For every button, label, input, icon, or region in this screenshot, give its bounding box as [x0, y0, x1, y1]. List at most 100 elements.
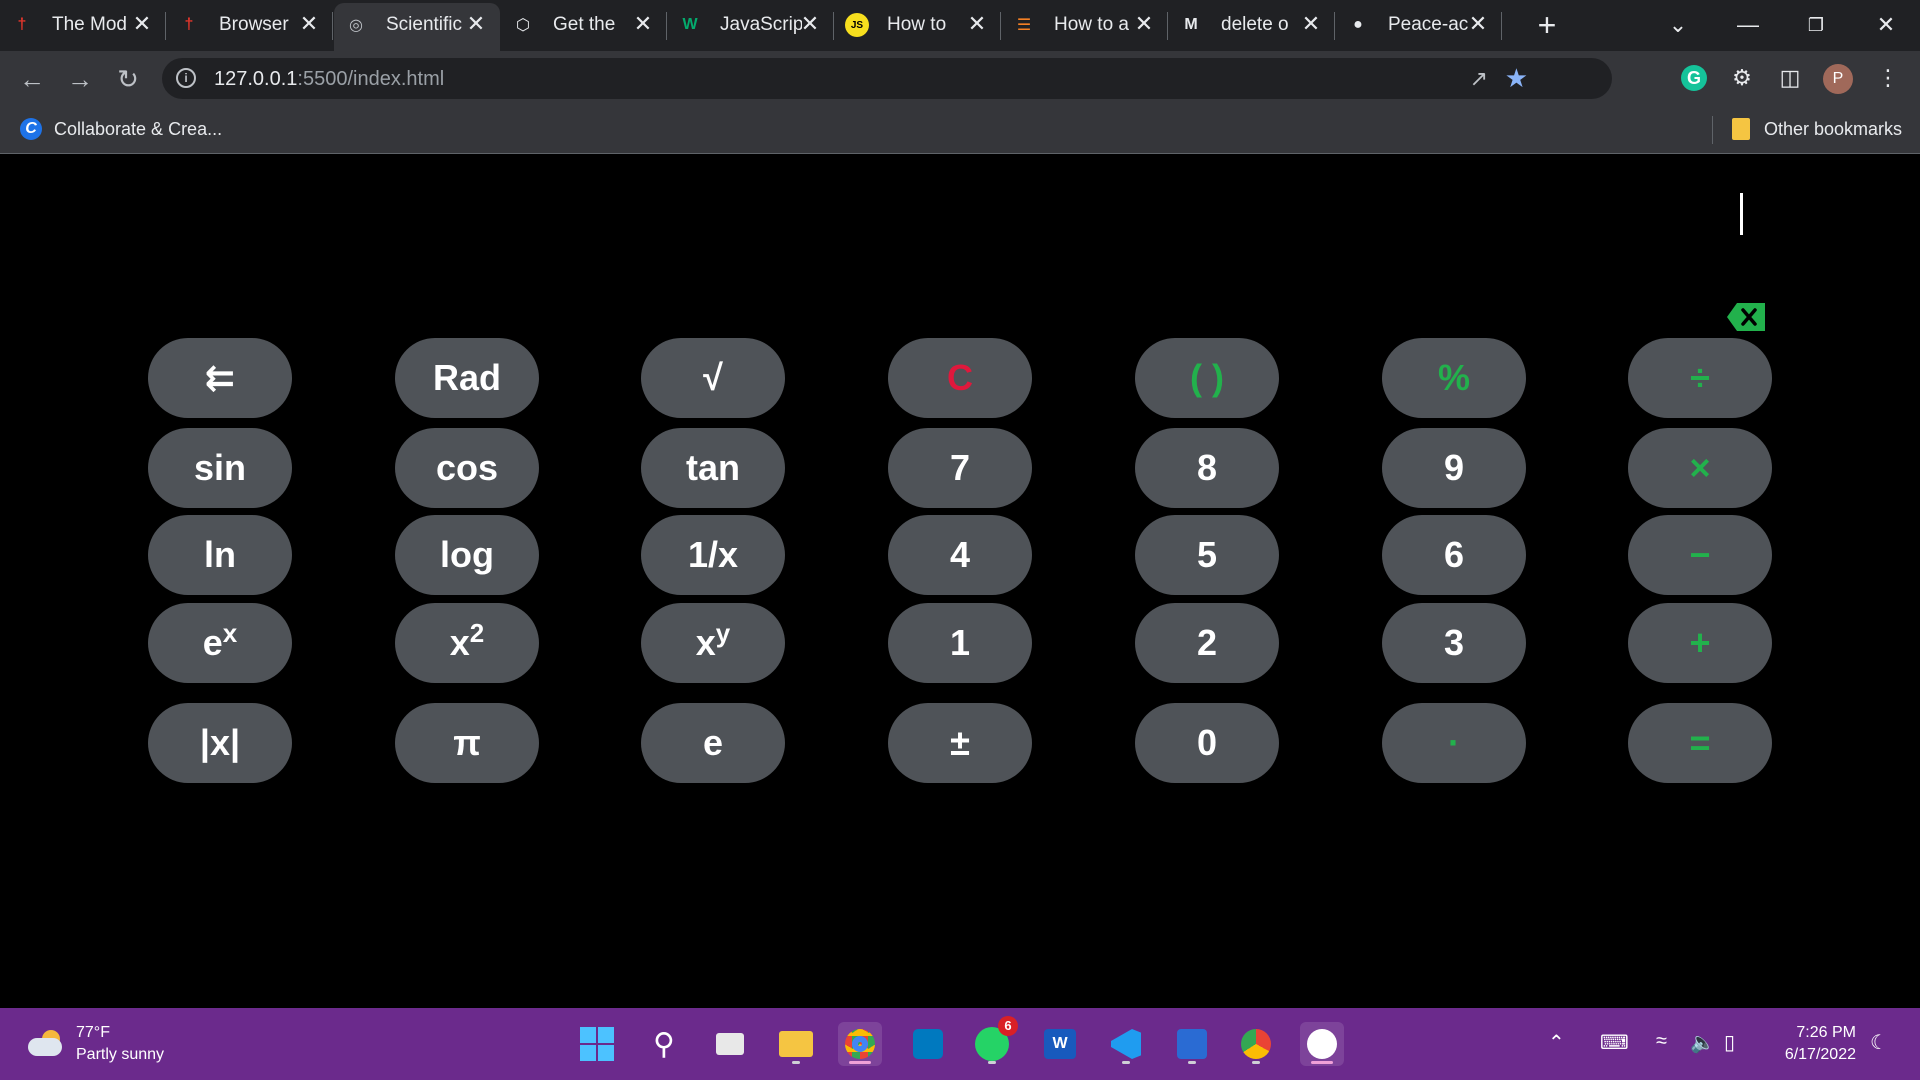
tab-close-icon[interactable]: ✕	[1299, 11, 1323, 36]
negate-button[interactable]: ±	[888, 703, 1032, 783]
tab-6[interactable]: ☰ How to a ✕	[1002, 0, 1168, 51]
other-bookmarks[interactable]: Other bookmarks	[1732, 118, 1902, 140]
tab-separator	[1501, 12, 1502, 40]
whatsapp-icon[interactable]: 6	[970, 1016, 1018, 1066]
profile-avatar[interactable]: P	[1823, 64, 1853, 94]
tan-button[interactable]: tan	[641, 428, 785, 508]
tab-7[interactable]: Mdelete o ✕	[1169, 0, 1335, 51]
tab-0[interactable]: † The Mod ✕	[0, 0, 166, 51]
trello-icon[interactable]	[906, 1022, 950, 1066]
sqrt-button[interactable]: √	[641, 338, 785, 418]
tab-close-icon[interactable]: ✕	[1466, 11, 1490, 36]
rad-button[interactable]: Rad	[395, 338, 539, 418]
digit-1-button[interactable]: 1	[888, 603, 1032, 683]
clear-button[interactable]: C	[888, 338, 1032, 418]
digit-0-button[interactable]: 0	[1135, 703, 1279, 783]
tab-close-icon[interactable]: ✕	[130, 11, 154, 36]
button-label: 9	[1443, 447, 1465, 488]
menu-kebab-icon[interactable]: ⋮	[1872, 62, 1904, 94]
volume-muted-icon[interactable]: 🔈	[1690, 1030, 1715, 1055]
digit-9-button[interactable]: 9	[1382, 428, 1526, 508]
word-icon[interactable]: W	[1038, 1022, 1082, 1066]
abs-button[interactable]: |x|	[148, 703, 292, 783]
system-clock[interactable]: 7:26 PM 6/17/2022	[1770, 1022, 1856, 1066]
back-button[interactable]: ←	[16, 63, 48, 95]
bookmark-star-icon[interactable]: ★	[1505, 63, 1528, 94]
extensions-puzzle-icon[interactable]: ⚙	[1726, 62, 1758, 94]
vscode-icon[interactable]	[1104, 1022, 1148, 1066]
tab-separator	[833, 12, 834, 40]
square-button[interactable]: x2	[395, 603, 539, 683]
restore-button[interactable]: ❐	[1796, 8, 1836, 42]
decimal-button[interactable]: ·	[1382, 703, 1526, 783]
folder-icon	[1732, 118, 1750, 140]
wifi-icon[interactable]: ≈	[1656, 1030, 1667, 1053]
battery-icon[interactable]: ▯	[1724, 1030, 1735, 1055]
log-button[interactable]: log	[395, 515, 539, 595]
digit-3-button[interactable]: 3	[1382, 603, 1526, 683]
tab-close-icon[interactable]: ✕	[1132, 11, 1156, 36]
share-icon[interactable]: ↗	[1470, 66, 1488, 92]
bookmark-collaborate[interactable]: C Collaborate & Crea...	[20, 118, 222, 140]
chrome-profile-icon[interactable]	[838, 1022, 882, 1066]
address-bar[interactable]: i 127.0.0.1:5500/index.html ↗ ★	[162, 58, 1612, 99]
slack-icon[interactable]	[1300, 1022, 1344, 1066]
notifications-icon[interactable]: ☾	[1870, 1030, 1888, 1055]
exp-button[interactable]: ex	[148, 603, 292, 683]
side-panel-icon[interactable]: ◫	[1774, 62, 1806, 94]
equals-button[interactable]: =	[1628, 703, 1772, 783]
task-view-icon[interactable]	[708, 1022, 752, 1066]
chrome-icon[interactable]	[1234, 1022, 1278, 1066]
percent-button[interactable]: %	[1382, 338, 1526, 418]
start-button[interactable]	[575, 1022, 619, 1066]
minimize-button[interactable]: —	[1728, 8, 1768, 42]
euler-button[interactable]: e	[641, 703, 785, 783]
tab-8[interactable]: ● Peace-ac ✕	[1336, 0, 1502, 51]
display-cursor[interactable]	[1740, 193, 1743, 235]
pi-button[interactable]: π	[395, 703, 539, 783]
tab-4[interactable]: W JavaScrip ✕	[668, 0, 834, 51]
reload-button[interactable]: ↻	[112, 63, 144, 95]
digit-8-button[interactable]: 8	[1135, 428, 1279, 508]
cos-button[interactable]: cos	[395, 428, 539, 508]
parentheses-button[interactable]: ( )	[1135, 338, 1279, 418]
tab-close-icon[interactable]: ✕	[965, 11, 989, 36]
cube-icon: ⬡	[516, 17, 530, 34]
multiply-button[interactable]: ×	[1628, 428, 1772, 508]
tab-close-icon[interactable]: ✕	[464, 11, 488, 36]
weather-widget[interactable]: 77°F Partly sunny	[28, 1022, 164, 1066]
url-text[interactable]: 127.0.0.1:5500/index.html	[214, 68, 444, 91]
tab-2[interactable]: ◎ Scientific ✕	[334, 3, 500, 51]
divide-button[interactable]: ÷	[1628, 338, 1772, 418]
tab-search-icon[interactable]: ⌄	[1658, 8, 1698, 42]
ln-button[interactable]: ln	[148, 515, 292, 595]
digit-2-button[interactable]: 2	[1135, 603, 1279, 683]
file-explorer-icon[interactable]	[774, 1022, 818, 1066]
tab-close-icon[interactable]: ✕	[798, 11, 822, 36]
digit-5-button[interactable]: 5	[1135, 515, 1279, 595]
forward-button[interactable]: →	[64, 63, 96, 95]
search-icon[interactable]: ⚲	[642, 1022, 686, 1066]
access-app-icon[interactable]	[1170, 1022, 1214, 1066]
new-tab-button[interactable]: +	[1532, 9, 1562, 41]
tab-3[interactable]: ⬡ Get the ✕	[501, 0, 667, 51]
reciprocal-button[interactable]: 1/x	[641, 515, 785, 595]
sin-button[interactable]: sin	[148, 428, 292, 508]
chevron-up-icon[interactable]: ⌃	[1548, 1030, 1565, 1055]
subtract-button[interactable]: −	[1628, 515, 1772, 595]
tab-close-icon[interactable]: ✕	[631, 11, 655, 36]
grammarly-extension-icon[interactable]: G	[1681, 65, 1707, 91]
toggle-button[interactable]: ⇇	[148, 338, 292, 418]
digit-6-button[interactable]: 6	[1382, 515, 1526, 595]
digit-7-button[interactable]: 7	[888, 428, 1032, 508]
add-button[interactable]: +	[1628, 603, 1772, 683]
site-info-icon[interactable]: i	[176, 68, 196, 88]
backspace-icon[interactable]	[1727, 303, 1765, 331]
digit-4-button[interactable]: 4	[888, 515, 1032, 595]
power-button[interactable]: xy	[641, 603, 785, 683]
tab-close-icon[interactable]: ✕	[297, 11, 321, 36]
tab-5[interactable]: JS How to ✕	[835, 0, 1001, 51]
keyboard-icon[interactable]: ⌨	[1600, 1030, 1629, 1055]
tab-1[interactable]: † Browser ✕	[167, 0, 333, 51]
close-window-button[interactable]: ✕	[1866, 8, 1906, 42]
